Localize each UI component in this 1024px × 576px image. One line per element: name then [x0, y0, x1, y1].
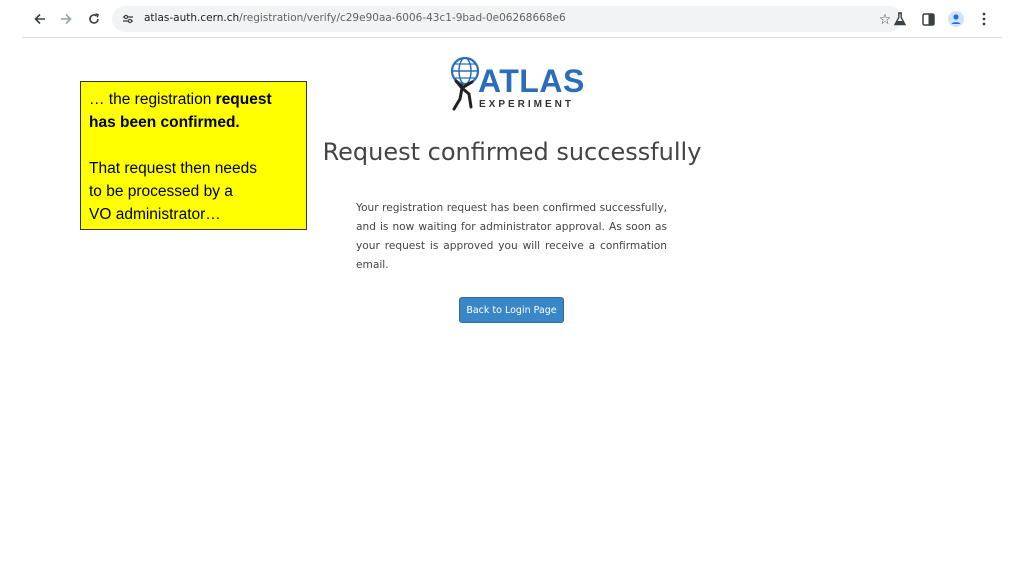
logo-subtitle: EXPERIMENT — [479, 99, 575, 110]
callout-line-1: … the registration request — [89, 88, 298, 111]
page-title: Request confirmed successfully — [322, 138, 702, 166]
callout-text: … the registration — [89, 91, 216, 108]
arrow-right-icon[interactable] — [56, 9, 76, 29]
callout-bold-text: request — [215, 91, 272, 108]
url-path: /registration/verify/c29e90aa-6006-43c1-… — [239, 12, 566, 24]
url-text: atlas-auth.cern.ch/registration/verify/c… — [144, 12, 566, 24]
annotation-callout: … the registration request has been conf… — [80, 81, 307, 230]
kebab-menu-icon[interactable] — [974, 9, 994, 29]
reload-icon[interactable] — [84, 9, 104, 29]
arrow-left-icon[interactable] — [30, 9, 50, 29]
site-settings-icon[interactable] — [120, 11, 136, 27]
address-bar[interactable]: atlas-auth.cern.ch/registration/verify/c… — [112, 6, 902, 32]
browser-toolbar: atlas-auth.cern.ch/registration/verify/c… — [22, 0, 1002, 38]
logo-title: ATLAS — [478, 63, 585, 99]
url-host: atlas-auth.cern.ch — [144, 12, 240, 24]
callout-line-2: has been confirmed. — [89, 111, 298, 134]
profile-icon[interactable] — [946, 9, 966, 29]
callout-line-3: That request then needs — [89, 160, 258, 177]
atlas-logo: ATLAS EXPERIMENT — [448, 57, 584, 113]
callout-line-5: VO administrator… — [89, 206, 221, 223]
side-panel-icon[interactable] — [918, 9, 938, 29]
flask-icon[interactable] — [890, 9, 910, 29]
confirmation-message: Your registration request has been confi… — [356, 202, 667, 271]
callout-bold-text: has been confirmed. — [89, 114, 240, 131]
back-to-login-button[interactable]: Back to Login Page — [459, 297, 564, 323]
callout-line-4: to be processed by a — [89, 183, 233, 200]
